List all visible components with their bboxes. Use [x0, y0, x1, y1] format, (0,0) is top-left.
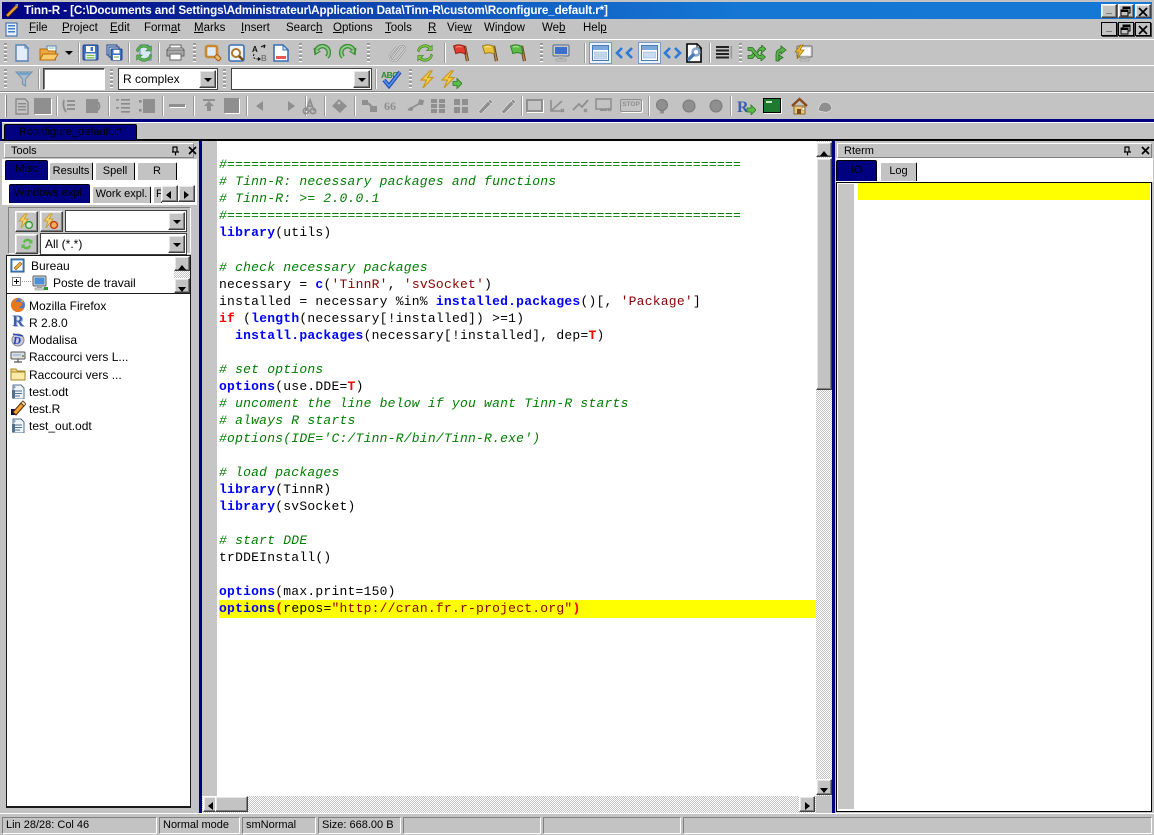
svg-text:A: A	[252, 45, 258, 54]
svg-text:R: R	[737, 99, 749, 115]
svg-text:B: B	[261, 54, 267, 62]
svg-text:D: D	[12, 335, 21, 347]
svg-text:66: 66	[384, 99, 396, 113]
